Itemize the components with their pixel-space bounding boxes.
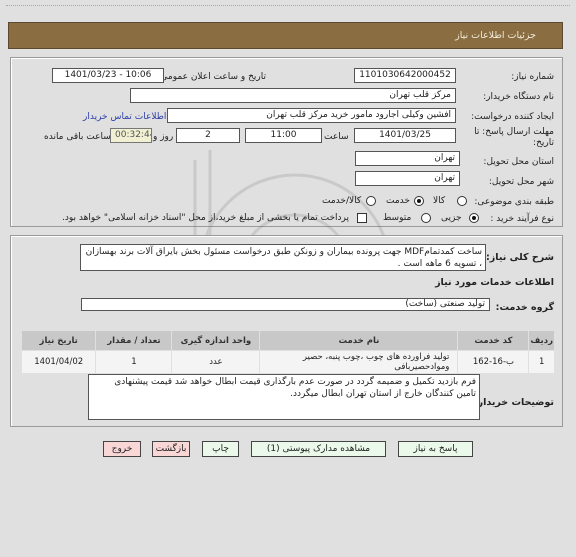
remaining-time-label: ساعت باقی مانده [44, 132, 111, 142]
col-row-number: ردیف [528, 330, 555, 351]
table-header-row: ردیف کد خدمت نام خدمت واحد اندازه گیری ت… [20, 330, 555, 351]
page-title: جزئیات اطلاعات نیاز [455, 30, 536, 41]
page-header: جزئیات اطلاعات نیاز [8, 22, 563, 49]
days-field: 2 [176, 128, 240, 143]
treasury-checkbox-label: پرداخت تمام یا بخشی از مبلغ خرید،از محل … [62, 213, 350, 223]
print-button[interactable]: چاپ [202, 441, 239, 457]
col-quantity: تعداد / مقدار [95, 330, 173, 351]
view-attachments-button[interactable]: مشاهده مدارک پیوستی (1) [251, 441, 386, 457]
buyer-contact-link[interactable]: اطلاعات تماس خریدار [83, 112, 166, 122]
city-field: تهران [355, 171, 460, 186]
table-row: 1 ب-16-162 تولید فراورده های چوب ،چوب پن… [20, 350, 555, 374]
category-goods-service-label: کالا/خدمت [322, 196, 362, 206]
buyer-org-field: مرکز قلب تهران [130, 88, 456, 103]
remaining-time-field: 00:32:44 [110, 128, 152, 143]
cell-need-date: 1401/04/02 [20, 350, 97, 374]
province-label: استان محل تحویل: [483, 157, 554, 167]
buyer-notes-field: فرم بازدید تکمیل و ضمیمه گردد در صورت عد… [88, 374, 480, 420]
process-radio-medium[interactable] [421, 213, 431, 223]
announce-datetime-label: تاریخ و ساعت اعلان عمومی: [157, 72, 266, 82]
cell-service-name: تولید فراورده های چوب ،چوب پنبه، حصیر وم… [259, 350, 459, 374]
deadline-date-field: 1401/03/25 [354, 128, 456, 143]
col-need-date: تاریخ نیاز [20, 330, 97, 351]
category-label: طبقه بندی موضوعی: [474, 197, 554, 207]
col-unit: واحد اندازه گیری [171, 330, 261, 351]
days-label: روز و [153, 132, 174, 142]
category-service-label: خدمت [386, 196, 410, 206]
deadline-time-label: ساعت [324, 132, 349, 142]
category-radio-goods-service[interactable] [366, 196, 376, 206]
treasury-checkbox[interactable] [357, 213, 367, 223]
need-number-label: شماره نیاز: [511, 72, 554, 82]
deadline-time-field: 11:00 [245, 128, 322, 143]
service-group-field: تولید صنعتی (ساخت) [81, 298, 490, 311]
cell-unit: عدد [171, 350, 261, 374]
process-radio-minor[interactable] [469, 213, 479, 223]
city-label: شهر محل تحویل: [488, 177, 554, 187]
services-heading: اطلاعات خدمات مورد نیاز [435, 277, 554, 288]
buyer-notes-label: توضیحات خریدار: [473, 397, 554, 408]
process-minor-label: جزیی [441, 213, 462, 223]
cell-service-code: ب-16-162 [457, 350, 530, 374]
category-radio-service[interactable] [414, 196, 424, 206]
summary-label: شرح کلی نیاز: [485, 252, 554, 263]
services-table: ردیف کد خدمت نام خدمت واحد اندازه گیری ت… [20, 330, 555, 374]
service-group-label: گروه خدمت: [495, 302, 554, 313]
category-goods-label: کالا [433, 196, 446, 206]
col-service-code: کد خدمت [457, 330, 530, 351]
province-field: تهران [355, 151, 460, 166]
process-medium-label: متوسط [383, 213, 412, 223]
cell-row-number: 1 [528, 350, 555, 374]
requester-field: افشین وکیلی اجارود مامور خرید مرکز قلب ت… [167, 108, 456, 123]
top-divider [6, 5, 570, 6]
buyer-org-label: نام دستگاه خریدار: [483, 92, 554, 102]
requester-label: ایجاد کننده درخواست: [471, 112, 554, 122]
exit-button[interactable]: خروج [103, 441, 141, 457]
col-service-name: نام خدمت [259, 330, 459, 351]
cell-quantity: 1 [95, 350, 173, 374]
announce-datetime-field: 1401/03/23 - 10:06 [52, 68, 164, 83]
back-button[interactable]: بازگشت [152, 441, 190, 457]
category-radio-goods[interactable] [457, 196, 467, 206]
need-number-field: 1101030642000452 [354, 68, 456, 83]
deadline-label: مهلت ارسال پاسخ: تا تاریخ: [474, 127, 554, 148]
summary-field: ساخت کمدتمامMDF جهت پرونده بیماران و زون… [80, 244, 486, 271]
process-label: نوع فرآیند خرید : [490, 214, 554, 224]
reply-button[interactable]: پاسخ به نیاز [398, 441, 473, 457]
